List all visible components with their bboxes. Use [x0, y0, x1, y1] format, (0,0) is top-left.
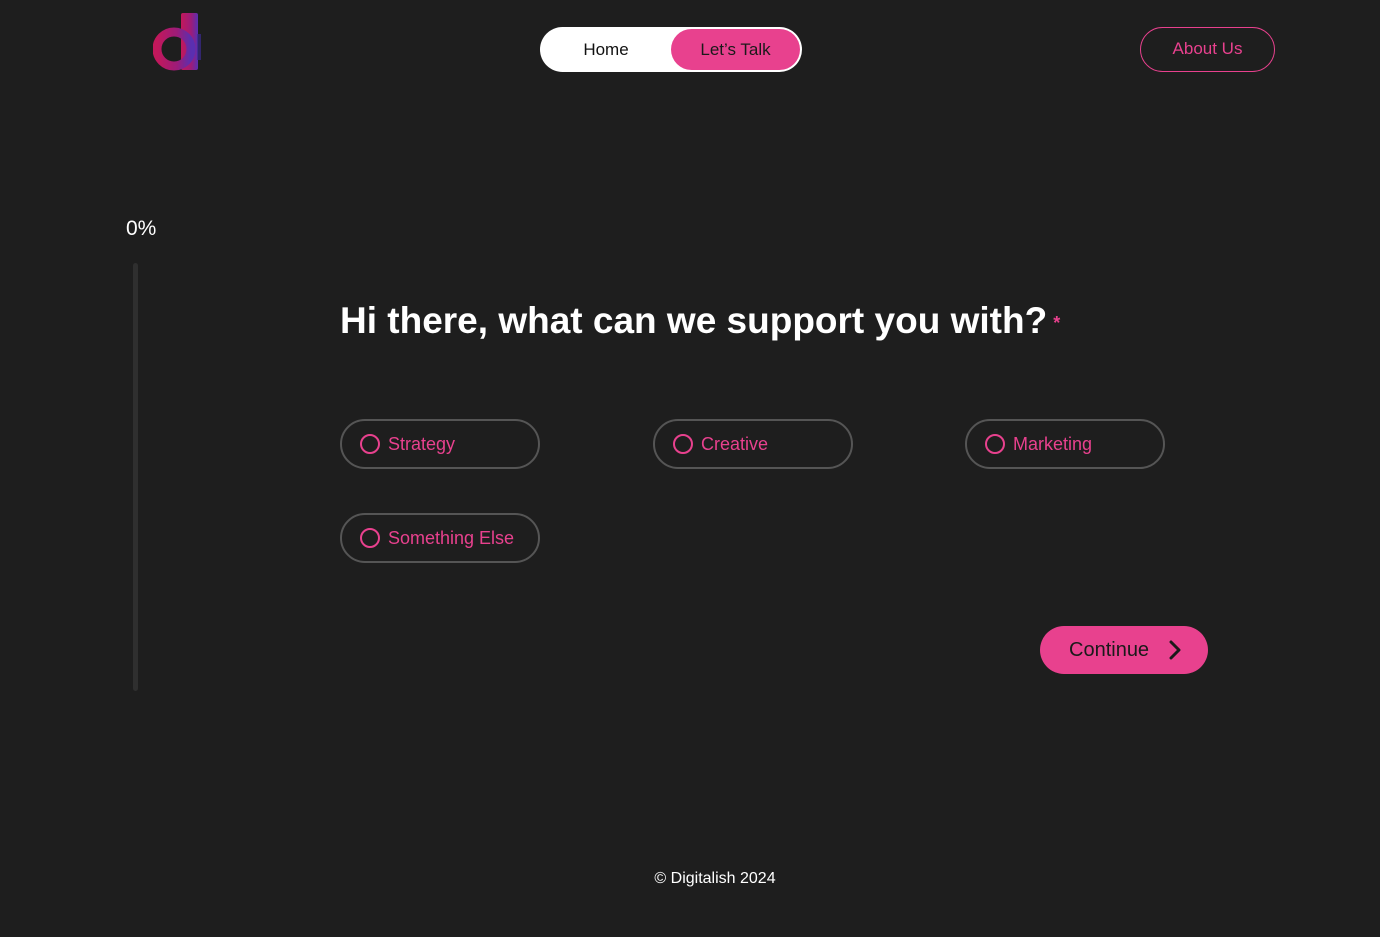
question-text: Hi there, what can we support you with? — [340, 300, 1048, 341]
logo[interactable] — [152, 12, 203, 72]
option-label: Strategy — [388, 434, 456, 454]
page: Home Let’s Talk About Us 0% Hi there, wh… — [0, 0, 1380, 937]
digitalish-d-logo-icon — [152, 13, 201, 71]
option-label: Something Else — [388, 528, 515, 548]
progress-percent: 0% — [126, 217, 157, 240]
footer-copyright: © Digitalish 2024 — [654, 870, 776, 887]
radio-circle-icon — [985, 434, 1005, 454]
nav-home-link[interactable]: Home — [540, 27, 672, 72]
question-heading: Hi there, what can we support you with? * — [340, 300, 1060, 342]
main-nav: Home Let’s Talk — [540, 27, 802, 72]
continue-button[interactable]: Continue — [1040, 626, 1208, 674]
radio-circle-icon — [673, 434, 693, 454]
about-us-button[interactable]: About Us — [1140, 27, 1275, 72]
option-creative[interactable]: Creative — [653, 419, 853, 469]
option-marketing[interactable]: Marketing — [965, 419, 1165, 469]
required-marker: * — [1053, 312, 1061, 333]
progress-bar — [133, 263, 138, 691]
chevron-right-icon — [1169, 640, 1181, 660]
radio-circle-icon — [360, 528, 380, 548]
option-strategy[interactable]: Strategy — [340, 419, 540, 469]
continue-label: Continue — [1069, 639, 1150, 661]
option-label: Creative — [701, 434, 769, 454]
option-something-else[interactable]: Something Else — [340, 513, 540, 563]
nav-lets-talk-link[interactable]: Let’s Talk — [671, 29, 800, 70]
option-label: Marketing — [1013, 434, 1093, 454]
radio-circle-icon — [360, 434, 380, 454]
